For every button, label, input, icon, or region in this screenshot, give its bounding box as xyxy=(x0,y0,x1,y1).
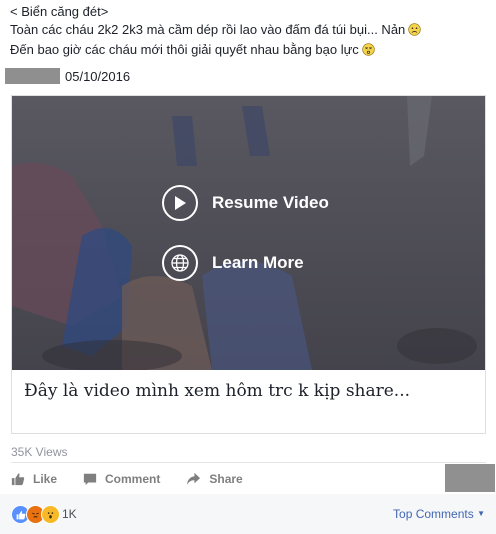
resume-video-label: Resume Video xyxy=(212,193,329,212)
share-button[interactable]: Share xyxy=(186,472,243,486)
resume-video-button[interactable]: Resume Video xyxy=(162,185,329,221)
caret-down-icon: ▼ xyxy=(477,509,485,518)
redacted-author-name[interactable] xyxy=(5,68,60,84)
learn-more-button[interactable]: Learn More xyxy=(162,245,304,281)
like-label: Like xyxy=(33,472,58,486)
sad-emoji-icon xyxy=(408,23,422,41)
wow-reaction-icon xyxy=(41,505,60,524)
comment-label: Comment xyxy=(105,472,161,486)
post-meta: 05/10/2016 xyxy=(5,67,130,85)
comment-icon xyxy=(83,472,97,486)
post-line-question: Đến bao giờ các cháu mới thôi giải quyết… xyxy=(10,41,486,61)
share-arrow-icon xyxy=(186,472,201,486)
video-player[interactable]: Resume Video Learn More xyxy=(12,96,485,370)
reaction-count[interactable]: 1K xyxy=(62,507,77,521)
thumbs-up-icon xyxy=(11,472,25,486)
post-date[interactable]: 05/10/2016 xyxy=(65,69,130,84)
reactions-bar: 1K Top Comments ▼ xyxy=(0,494,496,534)
globe-icon xyxy=(162,245,198,281)
top-comments-dropdown[interactable]: Top Comments ▼ xyxy=(393,507,485,521)
divider xyxy=(11,462,486,463)
redacted-action[interactable] xyxy=(445,464,495,492)
dizzy-emoji-icon xyxy=(362,43,375,61)
post-text: < Biển căng đét> Toàn các cháu 2k2 2k3 m… xyxy=(10,3,486,61)
view-count[interactable]: 35K Views xyxy=(11,445,67,459)
comment-button[interactable]: Comment xyxy=(83,472,160,486)
learn-more-label: Learn More xyxy=(212,253,304,272)
post-line-title: < Biển căng đét> xyxy=(10,4,109,19)
video-card[interactable]: Resume Video Learn More Đây là video mìn… xyxy=(11,95,486,434)
post-line-body: Toàn các cháu 2k2 2k3 mà cầm dép rồi lao… xyxy=(10,21,486,41)
top-comments-label: Top Comments xyxy=(393,507,474,521)
action-row: Like Comment Share xyxy=(11,465,269,493)
video-thumbnail xyxy=(12,96,485,370)
like-button[interactable]: Like xyxy=(11,472,57,486)
video-caption[interactable]: Đây là video mình xem hôm trc k kịp shar… xyxy=(12,370,485,433)
reaction-icons[interactable] xyxy=(11,505,60,524)
share-label: Share xyxy=(209,472,243,486)
play-icon xyxy=(162,185,198,221)
